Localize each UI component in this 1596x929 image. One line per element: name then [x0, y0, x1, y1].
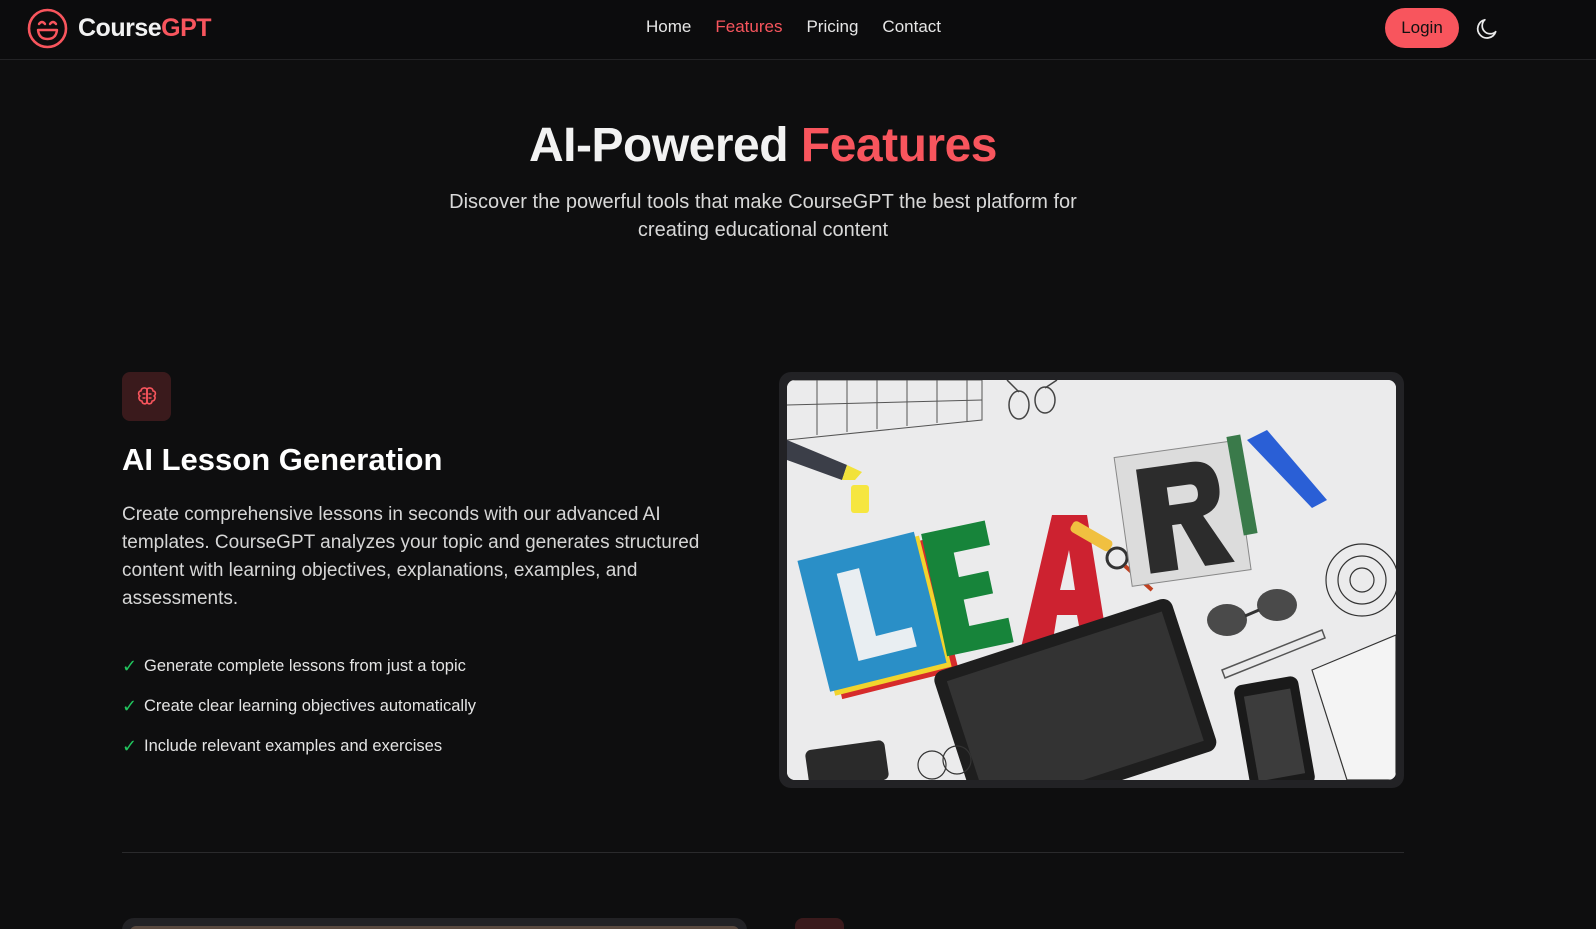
brain-icon — [137, 386, 156, 405]
next-feature-icon-box — [795, 918, 844, 929]
bullet-text: Include relevant examples and exercises — [144, 736, 443, 755]
bullet-text: Create clear learning objectives automat… — [144, 696, 476, 715]
moon-icon[interactable] — [1474, 16, 1500, 42]
nav-contact[interactable]: Contact — [882, 17, 941, 37]
feature-image-frame — [779, 372, 1404, 788]
brand-name: CourseGPT — [78, 14, 212, 43]
feature-image — [787, 380, 1396, 780]
feature-icon-box — [122, 372, 171, 421]
feature-bullets: ✓ Generate complete lessons from just a t… — [122, 646, 476, 766]
list-item: ✓ Generate complete lessons from just a t… — [122, 646, 476, 686]
section-divider — [122, 852, 1404, 853]
nav-features[interactable]: Features — [715, 17, 782, 37]
check-icon: ✓ — [122, 695, 138, 716]
brand-logo[interactable]: CourseGPT — [27, 8, 212, 49]
page-title: AI-Powered Features — [0, 118, 1526, 173]
site-header: CourseGPT Home Features Pricing Contact … — [0, 0, 1596, 60]
feature-description: Create comprehensive lessons in seconds … — [122, 504, 700, 609]
check-icon: ✓ — [122, 735, 138, 756]
next-feature-image-frame — [122, 918, 747, 929]
learn-illustration — [787, 380, 1396, 780]
nav-pricing[interactable]: Pricing — [806, 17, 858, 37]
feature-title: AI Lesson Generation — [122, 442, 443, 477]
check-icon: ✓ — [122, 655, 138, 676]
page-subtitle: Discover the powerful tools that make Co… — [449, 191, 1077, 241]
list-item: ✓ Include relevant examples and exercises — [122, 726, 476, 766]
nav-home[interactable]: Home — [646, 17, 691, 37]
main-nav: Home Features Pricing Contact — [646, 17, 941, 37]
page-title-accent: Features — [800, 119, 998, 172]
brand-name-part2: GPT — [161, 14, 212, 42]
brand-name-part1: Course — [78, 14, 162, 42]
page-title-part1: AI-Powered — [529, 119, 801, 172]
list-item: ✓ Create clear learning objectives automa… — [122, 686, 476, 726]
smiley-logo-icon — [27, 8, 68, 49]
bullet-text: Generate complete lessons from just a to… — [144, 656, 466, 675]
login-button[interactable]: Login — [1385, 8, 1459, 48]
